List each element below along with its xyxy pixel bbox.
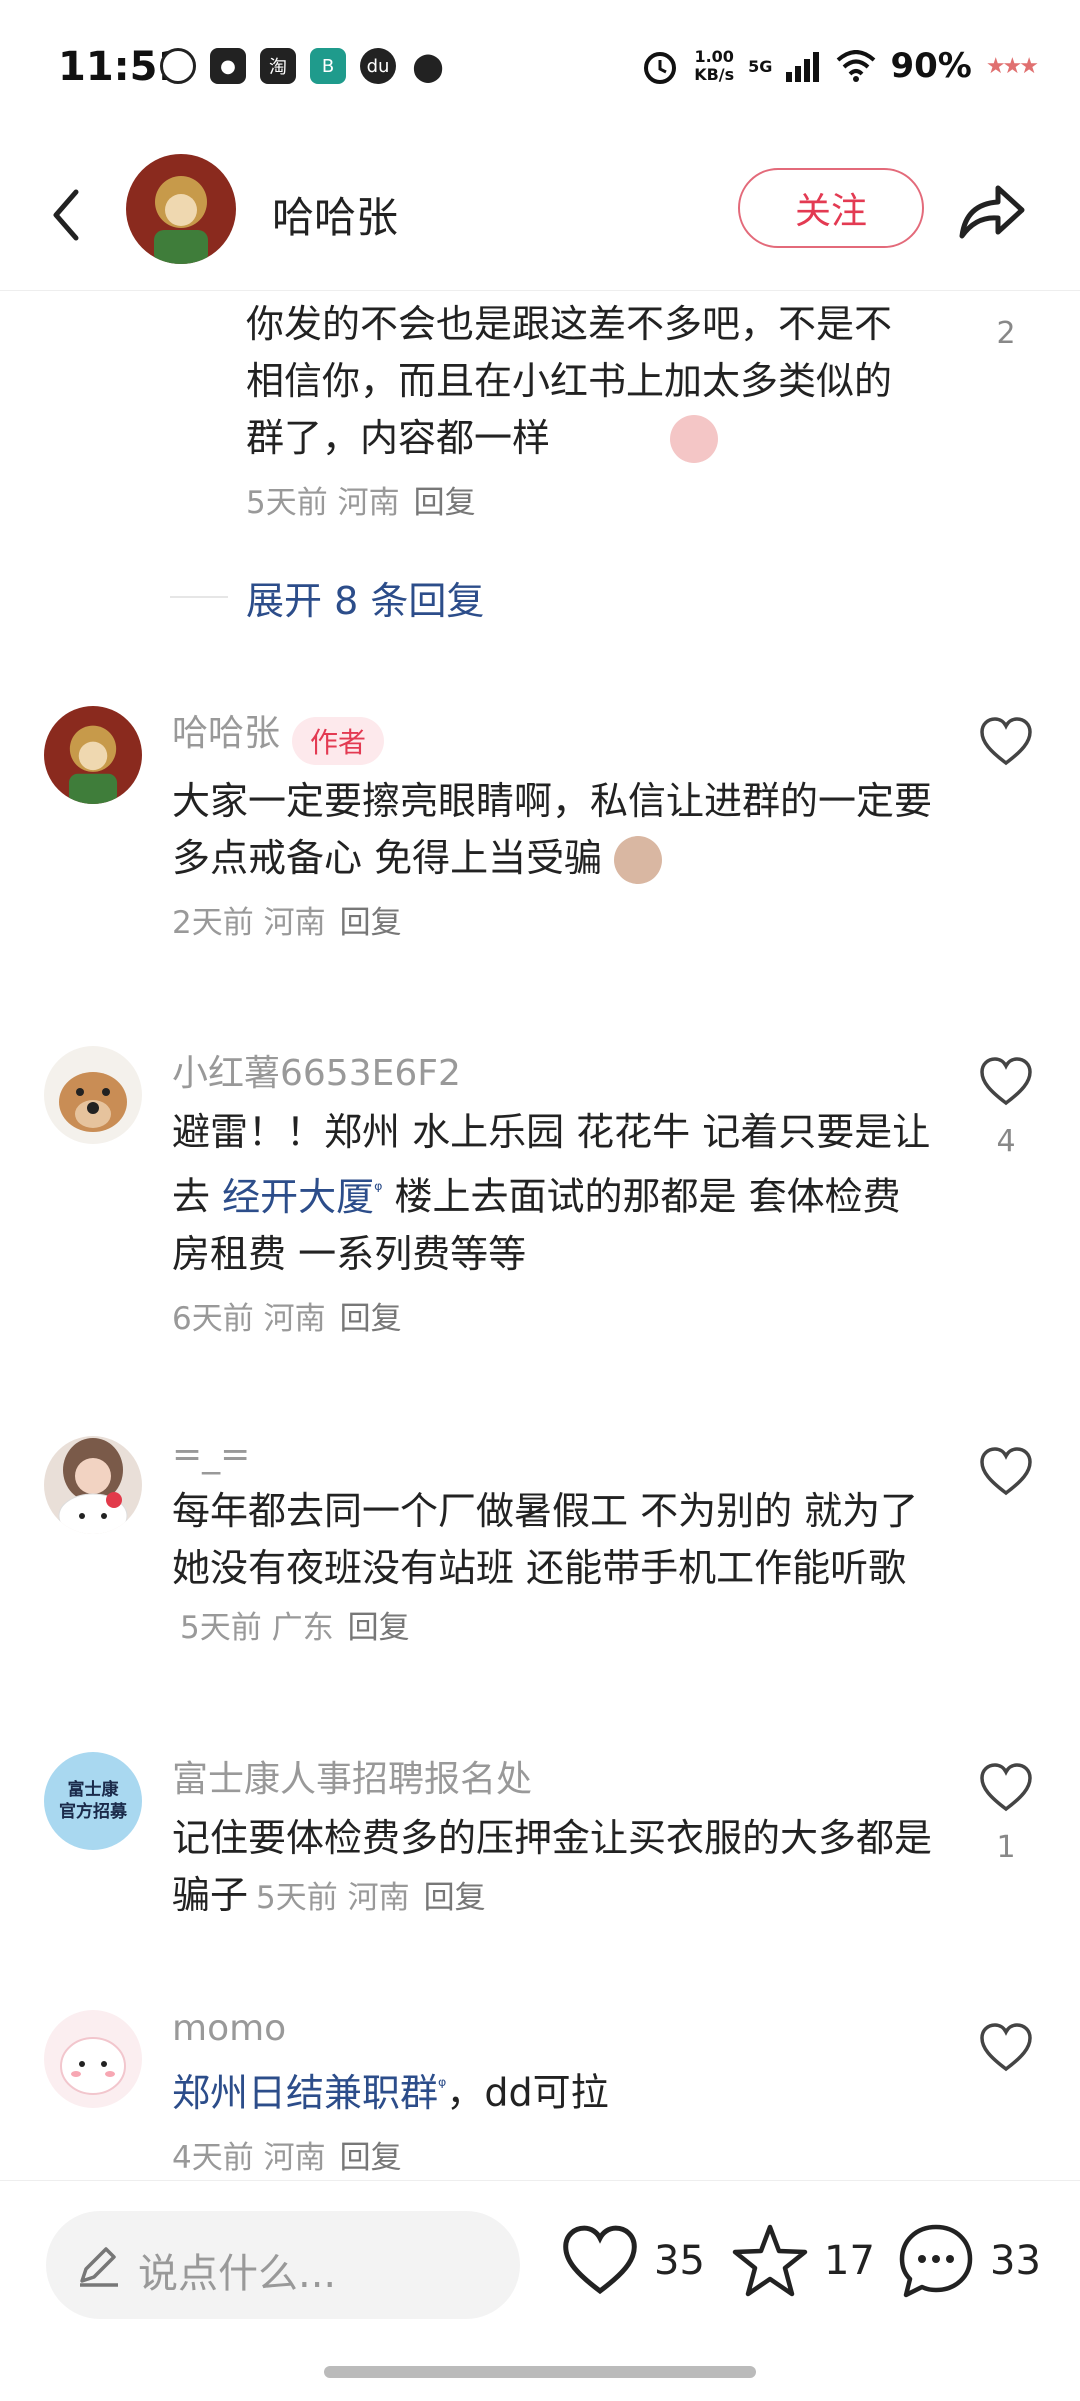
reply-button[interactable]: 回复 bbox=[424, 1880, 486, 1916]
follow-button[interactable]: 关注 bbox=[738, 168, 924, 248]
wechat-icon: ● bbox=[210, 48, 246, 84]
comment-item: =_= 每年都去同一个厂做暑假工 不为别的 就为了她没有夜班没有站班 还能带手机… bbox=[172, 1434, 932, 1657]
battery-level: 90% bbox=[890, 46, 972, 86]
home-indicator[interactable] bbox=[324, 2366, 756, 2378]
alarm-icon bbox=[644, 52, 677, 84]
cat-emoji-icon bbox=[614, 836, 663, 884]
share-icon[interactable] bbox=[956, 176, 1028, 246]
like-heart-icon[interactable] bbox=[978, 1760, 1034, 1816]
comment-meta: 5天前 广东 回复 bbox=[180, 1610, 410, 1646]
comment-meta: 6天前 河南 回复 bbox=[172, 1300, 402, 1337]
net-type: 5G bbox=[748, 56, 773, 76]
like-total: 35 bbox=[654, 2238, 705, 2284]
author-avatar[interactable] bbox=[126, 154, 236, 264]
status-bar: 11:51 ● 淘 B du ⬤ 1.00 KB/s 5G 90% ★★★ bbox=[0, 0, 1080, 140]
system-indicators: 1.00 KB/s 5G 90% ★★★ bbox=[640, 46, 1039, 86]
wifi-icon bbox=[837, 50, 876, 82]
reply-button[interactable]: 回复 bbox=[414, 485, 476, 521]
location-icon: ⬤ bbox=[410, 48, 446, 84]
like-count: 4 bbox=[996, 1124, 1016, 1159]
commenter-name[interactable]: 小红薯6653E6F2 bbox=[172, 1044, 932, 1096]
expand-divider bbox=[170, 596, 228, 598]
comment-avatar[interactable]: 富士康 官方招募 bbox=[44, 1752, 142, 1850]
comment-item: momo 郑州日结兼职群ᵠ，dd可拉 4天前 河南 回复 bbox=[172, 2008, 932, 2178]
comment-bubble-icon bbox=[899, 2224, 973, 2298]
comment-avatar[interactable] bbox=[44, 1436, 142, 1534]
note-header: 哈哈张 关注 bbox=[0, 150, 1080, 291]
message-icon bbox=[160, 48, 196, 84]
comment-total: 33 bbox=[990, 2238, 1041, 2284]
comment-text: 记住要体检费多的压押金让买衣服的大多都是骗子 5天前 河南 回复 bbox=[172, 1816, 933, 1917]
commenter-name[interactable]: momo bbox=[172, 2008, 932, 2049]
comment-avatar[interactable] bbox=[44, 2010, 142, 2108]
comment-item: 小红薯6653E6F2 避雷！！郑州 水上乐园 花花牛 记着只要是让去 经开大厦… bbox=[172, 1044, 932, 1338]
comment-input-placeholder: 说点什么... bbox=[138, 2251, 337, 2297]
pencil-icon bbox=[80, 2247, 118, 2287]
comment-item: 富士康人事招聘报名处 记住要体检费多的压押金让买衣服的大多都是骗子 5天前 河南回… bbox=[172, 1750, 932, 1927]
commenter-name[interactable]: 富士康人事招聘报名处 bbox=[172, 1750, 932, 1802]
comments-button[interactable]: 33 bbox=[896, 2221, 1041, 2301]
like-heart-icon[interactable] bbox=[978, 714, 1034, 770]
comment-input[interactable]: 说点什么... bbox=[46, 2211, 520, 2319]
notification-icons: ● 淘 B du ⬤ bbox=[160, 48, 446, 84]
like-button[interactable]: 35 bbox=[560, 2221, 705, 2301]
comment-meta: 5天前 河南 回复 bbox=[256, 1880, 486, 1916]
reply-button[interactable]: 回复 bbox=[340, 1301, 402, 1337]
avatar-text: 富士康 官方招募 bbox=[59, 1780, 127, 1822]
expand-replies-button[interactable]: 展开 8 条回复 bbox=[246, 570, 484, 625]
commenter-name[interactable]: =_= bbox=[172, 1434, 932, 1475]
signal-icon bbox=[786, 52, 820, 82]
commenter-name[interactable]: 哈哈张 bbox=[172, 713, 280, 754]
comment-text: 大家一定要擦亮眼睛啊，私信让进群的一定要多点戒备心 免得上当受骗 bbox=[172, 773, 932, 887]
like-count: 1 bbox=[996, 1830, 1016, 1865]
author-badge: 作者 bbox=[292, 716, 385, 765]
reply-text: 你发的不会也是跟这差不多吧，不是不相信你，而且在小红书上加太多类似的群了，内容都… bbox=[246, 302, 893, 460]
search-link[interactable]: 郑州日结兼职群ᵠ bbox=[172, 2071, 446, 2115]
comment-item: 哈哈张 作者 大家一定要擦亮眼睛啊，私信让进群的一定要多点戒备心 免得上当受骗 2… bbox=[172, 704, 932, 942]
comment-meta: 2天前 河南 回复 bbox=[172, 904, 402, 941]
search-link[interactable]: 经开大厦ᵠ bbox=[222, 1175, 382, 1219]
star-icon bbox=[732, 2224, 808, 2297]
reply-button[interactable]: 回复 bbox=[340, 2140, 402, 2176]
reply-comment: 你发的不会也是跟这差不多吧，不是不相信你，而且在小红书上加太多类似的群了，内容都… bbox=[246, 296, 926, 522]
reply-button[interactable]: 回复 bbox=[340, 905, 402, 941]
comment-meta: 4天前 河南 回复 bbox=[172, 2139, 402, 2176]
comment-avatar[interactable] bbox=[44, 706, 142, 804]
taobao-icon: 淘 bbox=[260, 48, 296, 84]
comment-avatar[interactable] bbox=[44, 1046, 142, 1144]
comment-text: 避雷！！郑州 水上乐园 花花牛 记着只要是让去 经开大厦ᵠ 楼上去面试的那都是 … bbox=[172, 1110, 931, 1276]
reply-like-count: 2 bbox=[996, 316, 1016, 351]
comment-text: 每年都去同一个厂做暑假工 不为别的 就为了她没有夜班没有站班 还能带手机工作能听… bbox=[172, 1489, 919, 1646]
author-name[interactable]: 哈哈张 bbox=[272, 184, 398, 245]
heart-icon bbox=[563, 2225, 637, 2295]
reply-meta: 5天前 河南 回复 bbox=[246, 485, 476, 521]
reply-button[interactable]: 回复 bbox=[348, 1610, 410, 1646]
boss-icon: B bbox=[310, 48, 346, 84]
dewu-icon: du bbox=[360, 48, 396, 84]
rating-stars-icon: ★★★ bbox=[985, 53, 1039, 79]
net-speed: 1.00 KB/s bbox=[694, 47, 735, 84]
crying-emoji-icon bbox=[670, 415, 718, 463]
like-heart-icon[interactable] bbox=[978, 1444, 1034, 1500]
like-heart-icon[interactable] bbox=[978, 1054, 1034, 1110]
favorite-button[interactable]: 17 bbox=[730, 2221, 875, 2301]
back-arrow-icon[interactable] bbox=[40, 180, 100, 250]
comment-text: 郑州日结兼职群ᵠ，dd可拉 bbox=[172, 2070, 609, 2115]
like-heart-icon[interactable] bbox=[978, 2020, 1034, 2076]
favorite-total: 17 bbox=[824, 2238, 875, 2284]
